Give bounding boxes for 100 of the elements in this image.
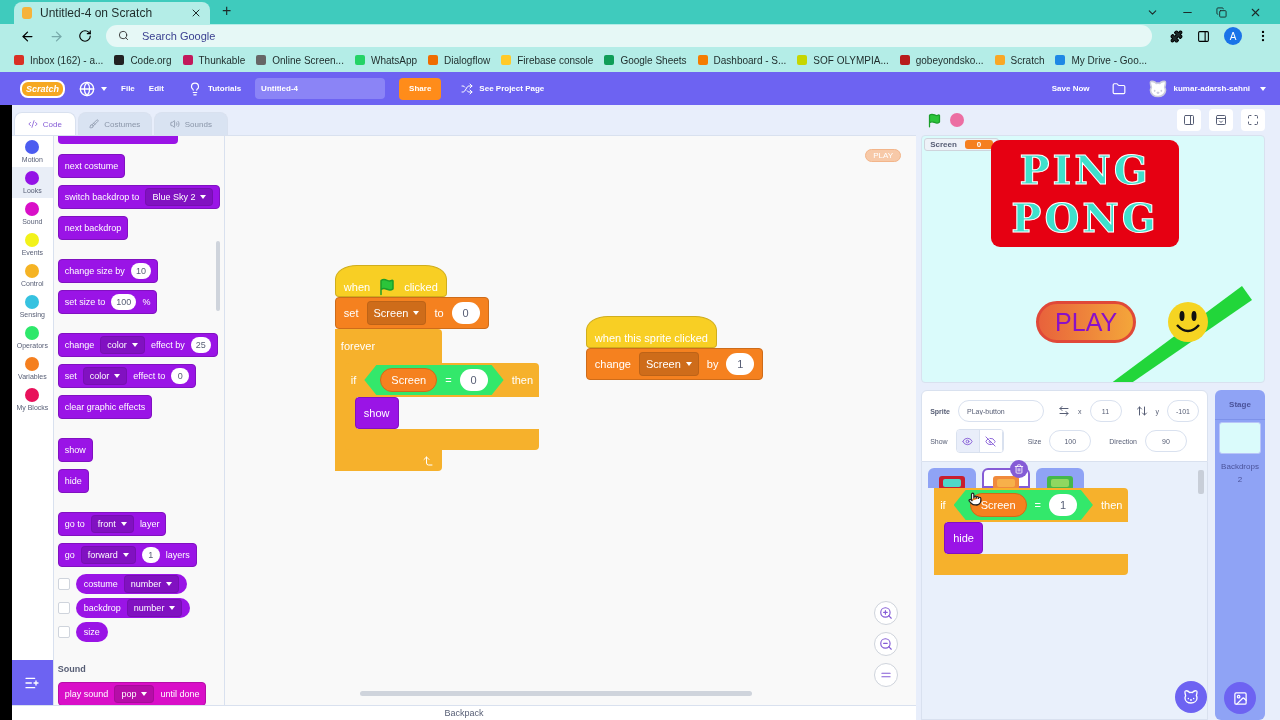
backpack-bar[interactable]: Backpack xyxy=(11,705,917,720)
block-dropdown[interactable]: color xyxy=(100,336,145,354)
back-icon[interactable] xyxy=(20,28,35,44)
zoom-in-button[interactable] xyxy=(874,601,899,625)
tutorials-button[interactable]: Tutorials xyxy=(187,81,242,96)
flag-icon[interactable] xyxy=(927,112,943,128)
scrollbar[interactable] xyxy=(215,241,220,311)
address-field[interactable]: Search Google xyxy=(106,25,1152,47)
code-block[interactable]: switch backdrop to Blue Sky 2 xyxy=(57,185,221,209)
block-dropdown[interactable]: number xyxy=(126,599,183,617)
number-input[interactable]: 1 xyxy=(726,353,755,375)
block-dropdown[interactable]: front xyxy=(90,515,134,533)
add-backdrop-button[interactable] xyxy=(1224,682,1256,714)
menu-item[interactable]: File xyxy=(121,84,135,93)
block-dropdown[interactable]: color xyxy=(82,367,128,385)
condition-block[interactable]: Screen = 1 xyxy=(953,490,1093,520)
block-dropdown[interactable]: forward xyxy=(80,546,136,564)
account-menu[interactable]: kumar-adarsh-sahni xyxy=(1147,78,1266,99)
number-input[interactable]: 0 xyxy=(451,302,480,324)
reporter-block[interactable]: size xyxy=(75,622,108,642)
code-block[interactable]: change Screen by 1 xyxy=(585,348,764,380)
large-stage-button[interactable] xyxy=(1209,109,1233,131)
code-block[interactable]: go forward 1 layers xyxy=(57,543,197,567)
folder-icon[interactable] xyxy=(1111,81,1126,96)
bookmark-link[interactable]: Online Screen... xyxy=(256,54,344,66)
code-block[interactable]: set size to 100 % xyxy=(57,290,158,314)
block-dropdown[interactable]: pop xyxy=(114,685,155,703)
bookmark-link[interactable]: WhatsApp xyxy=(354,54,418,66)
add-extension-button[interactable] xyxy=(11,660,53,705)
scrollbar[interactable] xyxy=(359,691,752,696)
code-block[interactable]: next backdrop xyxy=(57,216,129,240)
bookmark-link[interactable]: SOF OLYMPIA... xyxy=(797,54,889,66)
stop-icon[interactable] xyxy=(950,113,965,127)
code-block[interactable]: set Screen to 0 xyxy=(334,297,489,329)
code-block[interactable]: next costume xyxy=(57,154,126,178)
reporter-block[interactable]: backdrop number xyxy=(75,598,191,618)
number-input[interactable]: 0 xyxy=(459,369,488,391)
small-stage-button[interactable] xyxy=(1177,109,1201,131)
profile-avatar[interactable]: A xyxy=(1224,27,1242,45)
block-dropdown[interactable]: Screen xyxy=(366,301,427,325)
condition-block[interactable]: Screen = 0 xyxy=(364,365,504,395)
block-dropdown[interactable]: number xyxy=(123,575,180,593)
stage[interactable]: Screen 0 PING PONG PLAY xyxy=(921,135,1265,383)
editor-tab[interactable]: Code xyxy=(13,112,76,135)
bookmark-link[interactable]: Inbox (162) - a... xyxy=(14,54,104,66)
code-block[interactable]: set color effect to 0 xyxy=(57,364,197,388)
code-block[interactable]: change color effect by 25 xyxy=(57,333,218,357)
save-now-button[interactable]: Save Now xyxy=(1051,84,1090,93)
restore-icon[interactable] xyxy=(1216,6,1227,18)
checkbox[interactable] xyxy=(57,602,70,614)
code-block[interactable]: show xyxy=(354,397,399,429)
number-input[interactable]: 100 xyxy=(111,294,137,310)
extensions-icon[interactable] xyxy=(1170,29,1183,43)
code-block[interactable]: change size by 10 xyxy=(57,259,158,283)
zoom-out-button[interactable] xyxy=(874,632,899,656)
checkbox[interactable] xyxy=(57,578,70,590)
block-dropdown[interactable]: Blue Sky 2 xyxy=(145,188,214,206)
menu-item[interactable]: Edit xyxy=(148,84,164,93)
number-input[interactable]: 1 xyxy=(1048,494,1077,516)
reload-icon[interactable] xyxy=(78,29,92,43)
bookmark-link[interactable]: Scratch xyxy=(994,54,1045,66)
see-project-page-button[interactable]: See Project Page xyxy=(461,82,545,95)
language-menu[interactable] xyxy=(79,80,108,97)
code-block[interactable]: play sound pop until done xyxy=(57,682,207,705)
browser-tab[interactable]: Untitled-4 on Scratch xyxy=(14,2,210,24)
bookmark-link[interactable]: My Drive - Goo... xyxy=(1055,54,1148,66)
side-panel-icon[interactable] xyxy=(1197,29,1210,43)
code-block[interactable]: go to front layer xyxy=(57,512,167,536)
fullscreen-button[interactable] xyxy=(1241,109,1265,131)
control-block[interactable]: if Screen = 0 then show xyxy=(344,363,540,450)
scrollbar[interactable] xyxy=(1198,470,1204,494)
reporter-block[interactable]: costume number xyxy=(75,574,188,594)
control-block[interactable]: forever if Screen = 0 then show xyxy=(334,329,540,471)
bookmark-link[interactable]: Dialogflow xyxy=(428,54,491,66)
code-block[interactable]: hide xyxy=(57,469,89,493)
number-input[interactable]: 25 xyxy=(190,337,211,353)
sprite-thumbnail[interactable] xyxy=(1036,468,1085,488)
show-button[interactable] xyxy=(956,430,980,452)
code-block[interactable]: clear graphic effects xyxy=(57,395,153,419)
block-dropdown[interactable]: Screen xyxy=(638,352,699,376)
reset-zoom-button[interactable] xyxy=(874,663,899,687)
add-sprite-button[interactable] xyxy=(1175,681,1207,713)
number-input[interactable]: 10 xyxy=(130,263,151,279)
number-input[interactable]: 1 xyxy=(141,547,160,563)
bookmark-link[interactable]: Thunkable xyxy=(182,54,246,66)
control-block[interactable]: if Screen = 1 then hide xyxy=(934,488,1129,575)
bookmark-link[interactable]: gobeyondsko... xyxy=(899,54,984,66)
bookmark-label: Code.org xyxy=(130,54,172,66)
bookmark-link[interactable]: Dashboard - S... xyxy=(697,54,787,66)
new-tab-button[interactable]: + xyxy=(222,2,232,20)
close-icon[interactable] xyxy=(190,7,202,19)
code-block[interactable]: show xyxy=(57,438,93,462)
code-block[interactable]: hide xyxy=(944,522,983,554)
bookmark-link[interactable]: Google Sheets xyxy=(604,54,687,66)
bookmark-link[interactable]: Firebase console xyxy=(501,54,594,66)
number-input[interactable]: 0 xyxy=(171,368,190,384)
sprite-thumbnail[interactable] xyxy=(928,468,977,488)
checkbox[interactable] xyxy=(57,626,70,638)
bookmark-link[interactable]: Code.org xyxy=(114,54,172,66)
delete-button[interactable] xyxy=(1010,460,1029,478)
